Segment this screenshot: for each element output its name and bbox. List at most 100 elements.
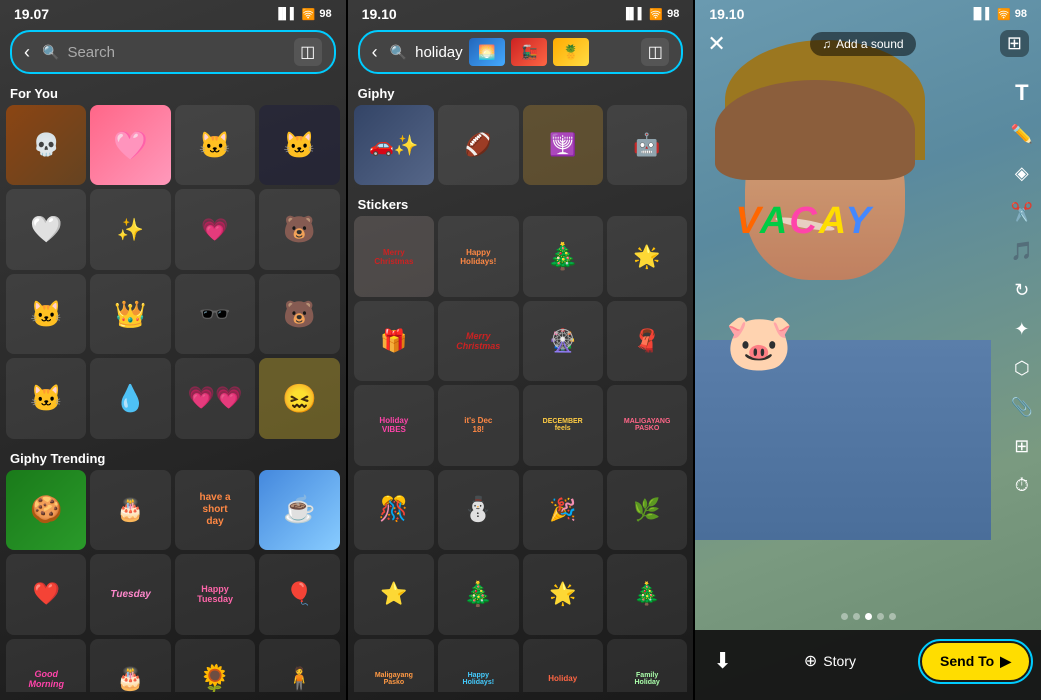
chip-2[interactable]: 🚂 xyxy=(511,38,547,66)
send-arrow-icon: ▶ xyxy=(1000,653,1011,670)
send-to-button[interactable]: Send To ▶ xyxy=(922,643,1029,680)
stk-holiday-vibes[interactable]: HolidayVIBES xyxy=(354,385,434,465)
stk-star3[interactable]: 🌟 xyxy=(523,554,603,634)
send-to-label: Send To xyxy=(940,653,994,669)
stk-ball2[interactable]: 🎉 xyxy=(523,470,603,550)
sticker-cat1[interactable]: 🐱 xyxy=(175,105,255,185)
sticker-skeleton[interactable]: 💀 xyxy=(6,105,86,185)
pink-cat-sticker[interactable]: 🐷 xyxy=(725,310,793,375)
vacay-sticker[interactable]: VACAY xyxy=(735,200,872,243)
stk-snowman[interactable]: ⛄ xyxy=(438,470,518,550)
sticker-heart-hand[interactable]: ❤️ xyxy=(6,554,86,634)
stk-xmas2[interactable]: MerryChristmas xyxy=(438,301,518,381)
sticker-hearts2[interactable]: 💗💗 xyxy=(175,358,255,438)
eraser-icon[interactable]: ⬡ xyxy=(1011,358,1033,379)
stk-ornament2[interactable]: 🎊 xyxy=(354,470,434,550)
sticker-stars[interactable]: ✨ xyxy=(90,189,170,269)
sticker-bear[interactable]: 🐻 xyxy=(259,189,339,269)
sticker-cake[interactable]: 🎂 xyxy=(90,470,170,550)
back-arrow-2[interactable]: ‹ xyxy=(372,42,378,63)
dot-5 xyxy=(889,613,896,620)
stk-star2[interactable]: ⭐ xyxy=(354,554,434,634)
stk-mug[interactable]: 🧣 xyxy=(607,301,687,381)
stk-pinecone[interactable]: 🌿 xyxy=(607,470,687,550)
stk-merry-christmas[interactable]: MerryChristmas xyxy=(354,216,434,296)
sticker-emoji-x[interactable]: 😖 xyxy=(259,358,339,438)
stk-ferris[interactable]: 🎡 xyxy=(523,301,603,381)
stk-holiday2[interactable]: Holiday xyxy=(523,639,603,692)
stk-family[interactable]: FamilyHoliday xyxy=(607,639,687,692)
search-bar-1[interactable]: ‹ 🔍 ◫ xyxy=(10,30,336,74)
sticker-heart-outline[interactable]: 🤍 xyxy=(6,189,86,269)
magic-icon[interactable]: ✦ xyxy=(1011,319,1033,340)
sticker-hearts[interactable]: 💗 xyxy=(175,189,255,269)
dot-3 xyxy=(865,613,872,620)
add-sound-button[interactable]: ♫ Add a sound xyxy=(810,32,915,56)
stk-dec[interactable]: it's Dec18! xyxy=(438,385,518,465)
sticker-person[interactable]: 🧍 xyxy=(259,639,339,692)
music-tool-icon[interactable]: 🎵 xyxy=(1011,241,1033,262)
giphy-car[interactable]: 🚗✨ xyxy=(354,105,434,185)
sticker-cat3[interactable]: 🐱 xyxy=(6,274,86,354)
sticker-sunglasses[interactable]: 🕶️ xyxy=(175,274,255,354)
pencil-icon[interactable]: ✏️ xyxy=(1011,124,1033,145)
sticker-tuesday[interactable]: Tuesday xyxy=(90,554,170,634)
right-toolbar: T ✏️ ◈ ✂️ 🎵 ↻ ✦ ⬡ 📎 ⊞ ⏱ xyxy=(1011,80,1033,496)
link-icon[interactable]: 📎 xyxy=(1011,397,1033,418)
sticker-crown[interactable]: 👑 xyxy=(90,274,170,354)
search-text-2: holiday xyxy=(415,44,463,61)
sticker-drop[interactable]: 💧 xyxy=(90,358,170,438)
sticker-coffee[interactable]: ☕ xyxy=(259,470,339,550)
phone-3: 19.10 ▐▌▌ 🛜 98 ✕ ♫ Add a sound ⊞ VACAY 🐷… xyxy=(695,0,1041,700)
search-input-1[interactable] xyxy=(67,44,285,61)
stk-pasko[interactable]: MALIGAYANGPASKO xyxy=(607,385,687,465)
sticker-bear2[interactable]: 🐻 xyxy=(259,274,339,354)
sticker-heart-pink[interactable]: 🩷 xyxy=(90,105,170,185)
sticker-have-day[interactable]: have ashortday xyxy=(175,470,255,550)
section-for-you: For You xyxy=(0,82,346,105)
giphy-robot[interactable]: 🤖 xyxy=(607,105,687,185)
stk-maligayang[interactable]: MaligayangPasko xyxy=(354,639,434,692)
sticker-sunflower[interactable]: 🌻 xyxy=(175,639,255,692)
time-2: 19.10 xyxy=(362,6,397,22)
sticker-scroll-2[interactable]: Giphy 🚗✨ 🏈 🕎 🤖 Stickers MerryChristmas H… xyxy=(348,82,694,692)
close-button[interactable]: ✕ xyxy=(707,31,725,57)
story-button[interactable]: ⊕ Story xyxy=(794,645,866,677)
stk-happy-hols[interactable]: HappyHolidays! xyxy=(438,639,518,692)
stk-ornament1[interactable]: 🎁 xyxy=(354,301,434,381)
crop-icon[interactable]: ⊞ xyxy=(1011,436,1033,457)
sticker-panel-icon-1[interactable]: ◫ xyxy=(294,38,322,66)
more-icon[interactable]: ⊞ xyxy=(1000,30,1029,57)
stk-december[interactable]: DECEMBERfeels xyxy=(523,385,603,465)
stk-star1[interactable]: 🌟 xyxy=(607,216,687,296)
rotate-icon[interactable]: ↻ xyxy=(1011,280,1033,301)
stk-tree2[interactable]: 🎄 xyxy=(438,554,518,634)
phone-1: 19.07 ▐▌▌ 🛜 98 ‹ 🔍 ◫ For You 💀 🩷 🐱 🐱 🤍 ✨… xyxy=(0,0,346,700)
sticker-balloons[interactable]: 🎈 xyxy=(259,554,339,634)
scissors-icon[interactable]: ✂️ xyxy=(1011,202,1033,223)
giphy-holiday-grid: 🚗✨ 🏈 🕎 🤖 xyxy=(348,105,694,193)
sticker-cat2[interactable]: 🐱 xyxy=(259,105,339,185)
timer-icon[interactable]: ⏱ xyxy=(1011,475,1033,496)
chip-3[interactable]: 🍍 xyxy=(553,38,589,66)
download-button[interactable]: ⬇ xyxy=(707,642,737,680)
sticker-tool-icon[interactable]: ◈ xyxy=(1011,163,1033,184)
section-giphy-trending: Giphy Trending xyxy=(0,447,346,470)
sticker-birthday[interactable]: 🎂 xyxy=(90,639,170,692)
chip-1[interactable]: 🌅 xyxy=(469,38,505,66)
giphy-balls[interactable]: 🏈 xyxy=(438,105,518,185)
sticker-panel-icon-2[interactable]: ◫ xyxy=(641,38,669,66)
sticker-cookie[interactable]: 🍪 xyxy=(6,470,86,550)
sticker-scroll-1[interactable]: For You 💀 🩷 🐱 🐱 🤍 ✨ 💗 🐻 🐱 👑 🕶️ 🐻 🐱 💧 💗💗 … xyxy=(0,82,346,692)
giphy-menorah[interactable]: 🕎 xyxy=(523,105,603,185)
stk-happy-holidays[interactable]: HappyHolidays! xyxy=(438,216,518,296)
add-sound-label: Add a sound xyxy=(836,37,903,51)
back-arrow-1[interactable]: ‹ xyxy=(24,42,30,63)
text-tool-icon[interactable]: T xyxy=(1011,80,1033,106)
sticker-happy-tuesday[interactable]: HappyTuesday xyxy=(175,554,255,634)
search-bar-2[interactable]: ‹ 🔍 holiday 🌅 🚂 🍍 ◫ xyxy=(358,30,684,74)
stk-xmas3[interactable]: 🎄 xyxy=(607,554,687,634)
sticker-good-morning[interactable]: GoodMorning xyxy=(6,639,86,692)
stk-xmas-tree1[interactable]: 🎄 xyxy=(523,216,603,296)
sticker-kitty[interactable]: 🐱 xyxy=(6,358,86,438)
